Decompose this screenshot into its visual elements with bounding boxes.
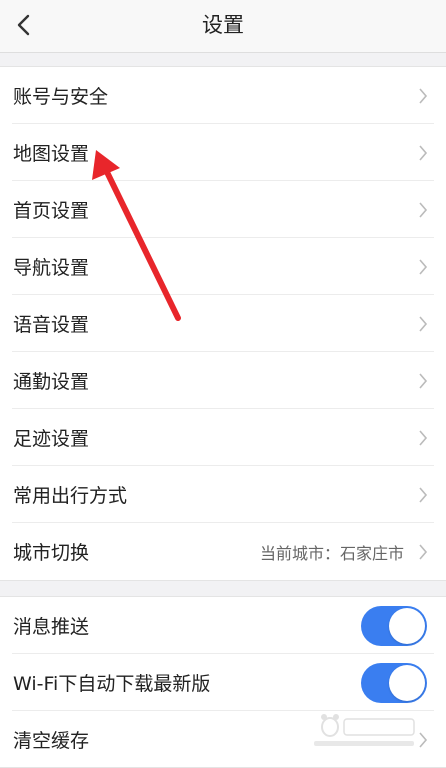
settings-item-label: 常用出行方式 xyxy=(13,485,128,507)
settings-item-label: Wi-Fi下自动下载最新版 xyxy=(13,673,211,695)
chevron-right-icon xyxy=(419,372,428,389)
settings-item-label: 首页设置 xyxy=(13,200,90,222)
chevron-right-icon xyxy=(419,144,428,161)
navigation-bar: 设置 xyxy=(0,0,446,53)
current-city-value: 当前城市：石家庄市 xyxy=(259,543,404,563)
chevron-right-icon xyxy=(419,258,428,275)
settings-item-map-settings[interactable]: 地图设置 xyxy=(0,124,446,181)
settings-item-label: 通勤设置 xyxy=(13,371,90,393)
settings-item-navigation-settings[interactable]: 导航设置 xyxy=(0,238,446,295)
watermark-logo xyxy=(314,714,415,746)
toggle-knob xyxy=(389,607,425,644)
push-notifications-toggle[interactable] xyxy=(361,605,427,646)
chevron-right-icon xyxy=(419,315,428,332)
settings-item-label: 城市切换 xyxy=(13,542,90,564)
settings-item-label: 清空缓存 xyxy=(13,730,90,752)
settings-item-label: 足迹设置 xyxy=(13,428,90,450)
settings-item-footprint-settings[interactable]: 足迹设置 xyxy=(0,409,446,466)
settings-item-label: 账号与安全 xyxy=(13,86,109,108)
settings-item-city-switch[interactable]: 城市切换 当前城市：石家庄市 xyxy=(0,523,446,580)
settings-item-push-notifications: 消息推送 xyxy=(0,597,446,654)
settings-item-label: 语音设置 xyxy=(13,314,90,336)
chevron-right-icon xyxy=(419,486,428,503)
settings-item-wifi-auto-download: Wi-Fi下自动下载最新版 xyxy=(0,654,446,711)
page-title: 设置 xyxy=(202,13,244,37)
toggle-knob xyxy=(389,664,425,701)
settings-item-label: 地图设置 xyxy=(13,143,90,165)
chevron-right-icon xyxy=(419,429,428,446)
settings-group-main: 账号与安全 地图设置 首页设置 导航设置 语音设置 通勤设置 足迹设置 常用出行… xyxy=(0,66,446,581)
settings-item-commute-settings[interactable]: 通勤设置 xyxy=(0,352,446,409)
settings-item-account-security[interactable]: 账号与安全 xyxy=(0,67,446,124)
settings-item-voice-settings[interactable]: 语音设置 xyxy=(0,295,446,352)
settings-item-home-settings[interactable]: 首页设置 xyxy=(0,181,446,238)
settings-item-travel-mode[interactable]: 常用出行方式 xyxy=(0,466,446,523)
chevron-right-icon xyxy=(419,201,428,218)
chevron-right-icon xyxy=(419,87,428,104)
settings-item-label: 消息推送 xyxy=(13,616,90,638)
chevron-right-icon xyxy=(419,543,428,560)
wifi-auto-download-toggle[interactable] xyxy=(361,662,427,703)
settings-item-label: 导航设置 xyxy=(13,257,90,279)
